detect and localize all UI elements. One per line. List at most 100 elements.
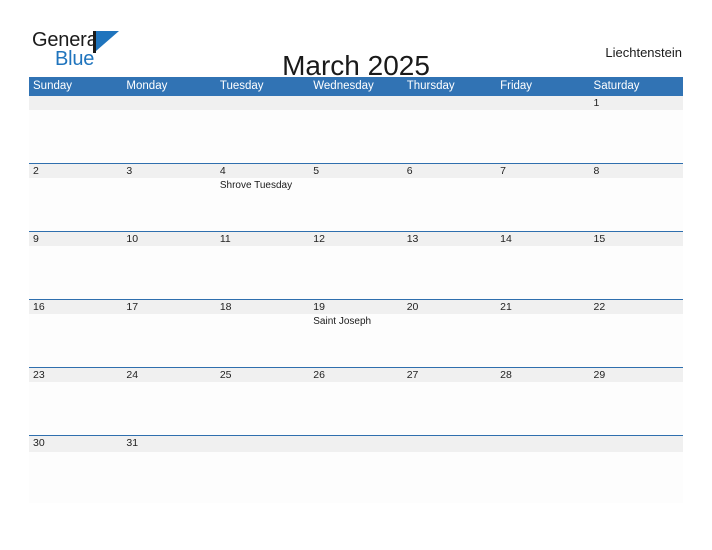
- day-events: Shrove Tuesday: [220, 179, 309, 192]
- day-events: Saint Joseph: [313, 315, 402, 328]
- day-cell-12[interactable]: 12: [309, 232, 402, 299]
- day-cell-empty: [403, 436, 496, 503]
- day-number: 8: [593, 165, 600, 177]
- day-number: 21: [500, 301, 512, 313]
- week-row-cells: 1: [29, 96, 683, 163]
- day-cell-empty: [122, 96, 215, 163]
- day-cell-29[interactable]: 29: [590, 368, 683, 435]
- day-cell-19[interactable]: 19 Saint Joseph: [309, 300, 402, 367]
- day-number: 28: [500, 369, 512, 381]
- day-cell-empty: [309, 436, 402, 503]
- calendar-weeks: 1 2 3 4 Shrove Tuesday 5 6 7 8 9 10 11 12 13 14 15 16 17 1…: [29, 96, 683, 503]
- day-cell-empty: [496, 96, 589, 163]
- day-cell-empty: [590, 436, 683, 503]
- weekday-header-tuesday: Tuesday: [219, 80, 264, 92]
- day-number: 24: [126, 369, 139, 381]
- day-cell-1[interactable]: 1: [590, 96, 683, 163]
- day-cell-18[interactable]: 18: [216, 300, 309, 367]
- day-cell-7[interactable]: 7: [496, 164, 589, 231]
- week-row-cells: 23 24 25 26 27 28 29: [29, 368, 683, 435]
- calendar-week-row: 23 24 25 26 27 28 29: [29, 367, 683, 435]
- day-number: 30: [33, 437, 45, 449]
- calendar-grid: Sunday Monday Tuesday Wednesday Thursday Frid…: [29, 77, 683, 503]
- calendar-week-row: 30 31: [29, 435, 683, 503]
- day-cell-25[interactable]: 25: [216, 368, 309, 435]
- day-cell-3[interactable]: 3: [122, 164, 215, 231]
- day-cell-empty: [403, 96, 496, 163]
- day-number: 9: [33, 233, 39, 245]
- day-cell-11[interactable]: 11: [216, 232, 309, 299]
- calendar-week-row: 1: [29, 96, 683, 163]
- day-cell-empty: [29, 96, 122, 163]
- region-label: Liechtenstein: [605, 45, 682, 60]
- day-cell-9[interactable]: 9: [29, 232, 122, 299]
- day-number: 14: [500, 233, 512, 245]
- day-number: 7: [500, 165, 506, 177]
- day-cell-24[interactable]: 24: [122, 368, 215, 435]
- day-number: 5: [313, 165, 320, 177]
- day-number: 26: [313, 369, 325, 381]
- day-number: 2: [33, 165, 39, 177]
- day-cell-23[interactable]: 23: [29, 368, 122, 435]
- day-number: 22: [593, 301, 606, 313]
- day-number: 27: [406, 369, 419, 381]
- day-number: 23: [33, 369, 45, 381]
- day-number: 18: [219, 301, 232, 313]
- day-cell-17[interactable]: 17: [122, 300, 215, 367]
- day-cell-28[interactable]: 28: [496, 368, 589, 435]
- day-cell-empty: [216, 96, 309, 163]
- calendar-week-row: 16 17 18 19 Saint Joseph 20 21 22: [29, 299, 683, 367]
- day-cell-27[interactable]: 27: [403, 368, 496, 435]
- day-cell-13[interactable]: 13: [403, 232, 496, 299]
- day-cell-20[interactable]: 20: [403, 300, 496, 367]
- weekday-header-monday: Monday: [126, 80, 168, 92]
- calendar-week-row: 9 10 11 12 13 14 15: [29, 231, 683, 299]
- calendar-event[interactable]: Shrove Tuesday: [220, 179, 309, 192]
- day-cell-15[interactable]: 15: [590, 232, 683, 299]
- day-cell-4[interactable]: 4 Shrove Tuesday: [216, 164, 309, 231]
- week-row-cells: 16 17 18 19 Saint Joseph 20 21 22: [29, 300, 683, 367]
- day-cell-8[interactable]: 8: [590, 164, 683, 231]
- day-number: 10: [126, 233, 139, 245]
- day-number: 29: [593, 369, 606, 381]
- day-number: 3: [126, 165, 133, 177]
- day-number: 15: [593, 233, 606, 245]
- weekday-header-row: Sunday Monday Tuesday Wednesday Thursday Frid…: [29, 77, 683, 96]
- week-row-cells: 30 31: [29, 436, 683, 503]
- day-cell-22[interactable]: 22: [590, 300, 683, 367]
- day-number: 17: [126, 301, 139, 313]
- day-cell-6[interactable]: 6: [403, 164, 496, 231]
- calendar-event[interactable]: Saint Joseph: [313, 315, 402, 328]
- day-cell-26[interactable]: 26: [309, 368, 402, 435]
- week-row-cells: 2 3 4 Shrove Tuesday 5 6 7 8: [29, 164, 683, 231]
- day-number: 1: [593, 97, 600, 109]
- day-cell-16[interactable]: 16: [29, 300, 122, 367]
- day-number: 19: [313, 301, 325, 313]
- day-number: 12: [313, 233, 325, 245]
- day-cell-5[interactable]: 5: [309, 164, 402, 231]
- day-cell-30[interactable]: 30: [29, 436, 122, 503]
- day-cell-empty: [216, 436, 309, 503]
- day-number: 11: [219, 233, 231, 245]
- day-cell-21[interactable]: 21: [496, 300, 589, 367]
- weekday-header-sunday: Sunday: [33, 80, 73, 92]
- day-cell-empty: [496, 436, 589, 503]
- week-row-cells: 9 10 11 12 13 14 15: [29, 232, 683, 299]
- day-number: 31: [126, 437, 139, 449]
- day-cell-31[interactable]: 31: [122, 436, 215, 503]
- day-cell-14[interactable]: 14: [496, 232, 589, 299]
- weekday-header-saturday: Saturday: [593, 80, 640, 92]
- day-number: 4: [219, 165, 226, 177]
- day-cell-10[interactable]: 10: [122, 232, 215, 299]
- calendar-week-row: 2 3 4 Shrove Tuesday 5 6 7 8: [29, 163, 683, 231]
- day-number: 13: [406, 233, 419, 245]
- weekday-header-wednesday: Wednesday: [313, 80, 374, 92]
- day-number: 16: [33, 301, 45, 313]
- day-cell-2[interactable]: 2: [29, 164, 122, 231]
- weekday-header-friday: Friday: [500, 80, 533, 92]
- day-number: 25: [219, 369, 232, 381]
- page-header: General Blue March 2025 Liechtenstein: [0, 0, 712, 81]
- day-number: 6: [406, 165, 413, 177]
- day-number: 20: [406, 301, 419, 313]
- weekday-header-thursday: Thursday: [406, 80, 455, 92]
